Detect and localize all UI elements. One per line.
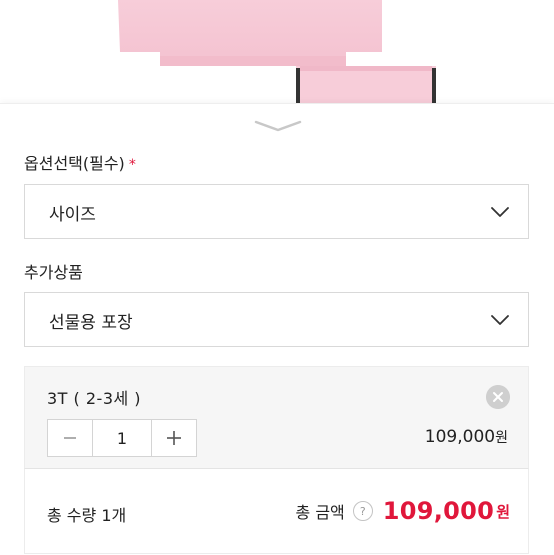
total-quantity: 총 수량 1개 — [47, 502, 126, 526]
selected-option-name: 3T ( 2-3세 ) — [47, 389, 142, 408]
total-amount-value: 109,000 — [382, 497, 495, 525]
decrease-quantity-button[interactable] — [48, 420, 92, 456]
total-quantity-value: 1 — [101, 506, 112, 525]
total-quantity-prefix: 총 수량 — [47, 506, 102, 525]
total-amount: 총 금액 ? 109,000 원 — [296, 497, 510, 525]
option-price-currency: 원 — [495, 430, 508, 446]
quantity-stepper: 1 — [47, 419, 197, 457]
option-line-price: 109,000원 — [425, 427, 508, 447]
product-image — [0, 0, 554, 105]
required-mark: * — [128, 157, 136, 173]
addon-select-value: 선물용 포장 — [49, 313, 133, 333]
option-section-label: 옵션선택(필수) * — [24, 150, 136, 174]
chevron-down-icon — [491, 207, 509, 217]
quantity-input[interactable]: 1 — [92, 420, 152, 456]
option-price-value: 109,000 — [424, 427, 496, 447]
product-illustration — [118, 0, 436, 105]
total-quantity-unit: 개 — [111, 506, 127, 525]
total-amount-currency: 원 — [496, 502, 510, 521]
help-icon[interactable]: ? — [352, 501, 373, 521]
total-amount-label: 총 금액 — [295, 503, 345, 522]
size-select[interactable]: 사이즈 — [24, 184, 529, 239]
minus-icon — [64, 437, 76, 439]
addon-select[interactable]: 선물용 포장 — [24, 292, 529, 347]
increase-quantity-button[interactable] — [152, 420, 196, 456]
remove-option-icon[interactable] — [486, 385, 510, 409]
chevron-down-icon — [491, 315, 509, 325]
size-select-value: 사이즈 — [49, 205, 96, 225]
order-summary: 총 수량 1개 총 금액 ? 109,000 원 — [24, 468, 529, 554]
selected-option-item: 3T ( 2-3세 ) 1 109,000원 — [24, 366, 529, 469]
plus-icon — [167, 431, 181, 445]
option-section-title: 옵션선택(필수) — [24, 154, 125, 173]
addon-section-label: 추가상품 — [24, 263, 83, 282]
sheet-collapse-handle-icon[interactable] — [252, 118, 304, 134]
